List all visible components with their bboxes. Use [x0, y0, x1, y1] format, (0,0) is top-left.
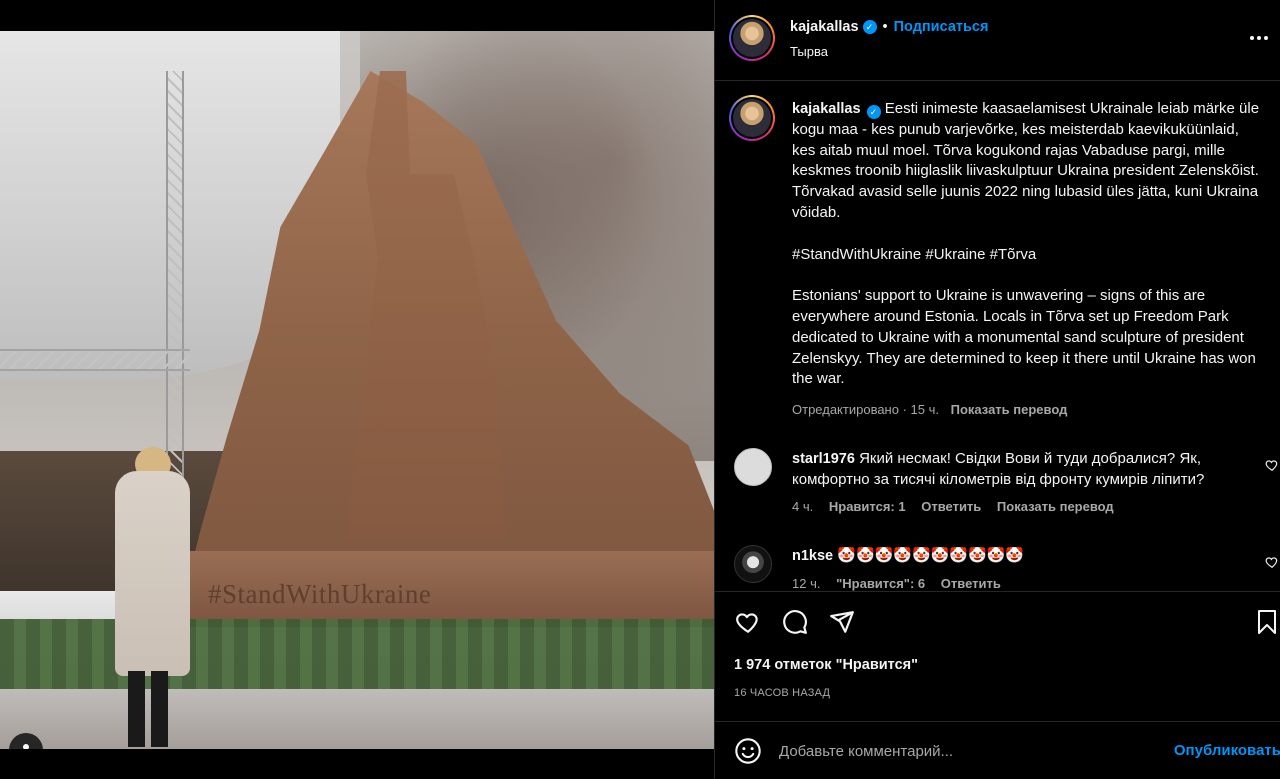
- commenter-username[interactable]: starl1976: [792, 451, 855, 467]
- header-title-line: kajakallas ✓ • Подписаться: [790, 19, 988, 35]
- post-caption: kajakallas ✓ Eesti inimeste kaasaelamises…: [792, 99, 1262, 390]
- person-legs: [128, 671, 168, 747]
- verified-badge-icon: ✓: [866, 105, 881, 120]
- user-tag-icon: [23, 744, 29, 749]
- post-panel: kajakallas ✓ • Подписаться Тырва kajakal…: [714, 0, 1280, 779]
- verified-badge-icon: ✓: [862, 20, 877, 34]
- caption-edited-time: Отредактировано · 15 ч.: [792, 402, 939, 417]
- comments-area[interactable]: kajakallas ✓ Eesti inimeste kaasaelamises…: [715, 81, 1280, 591]
- commenter-username[interactable]: n1kse: [792, 548, 833, 564]
- comment-button[interactable]: [780, 607, 810, 637]
- comment-reply-button[interactable]: Ответить: [941, 576, 1001, 591]
- author-username[interactable]: kajakallas: [790, 19, 859, 35]
- person-coat: [115, 471, 190, 676]
- comment-likes[interactable]: "Нравится": 6: [836, 576, 925, 591]
- comment-reply-button[interactable]: Ответить: [921, 499, 981, 514]
- emoji-icon: [735, 738, 761, 764]
- caption-hashtags[interactable]: #StandWithUkraine #Ukraine #Tõrva: [792, 245, 1262, 266]
- caption-meta: Отредактировано · 15 ч. Показать перевод: [792, 402, 1067, 417]
- comment-like-icon[interactable]: [1265, 555, 1279, 569]
- comment-time: 12 ч.: [792, 576, 821, 591]
- like-button[interactable]: [733, 607, 763, 637]
- comment-meta: 12 ч. "Нравится": 6 Ответить: [792, 576, 1013, 591]
- add-comment-bar: Опубликовать: [715, 721, 1280, 779]
- comment-meta: 4 ч. Нравится: 1 Ответить Показать перев…: [792, 499, 1126, 514]
- comment-likes[interactable]: Нравится: 1: [829, 499, 906, 514]
- commenter-avatar[interactable]: [734, 545, 772, 583]
- share-icon: [830, 611, 854, 633]
- pine-garland: [0, 619, 714, 689]
- commenter-avatar[interactable]: [734, 448, 772, 486]
- post-time-ago: 16 ЧАСОВ НАЗАД: [734, 687, 831, 699]
- more-options-button[interactable]: [1245, 24, 1273, 52]
- caption-paragraph-1: Eesti inimeste kaasaelamisest Ukrainale …: [792, 100, 1260, 221]
- follow-button[interactable]: Подписаться: [894, 19, 989, 35]
- bookmark-icon: [1258, 610, 1276, 634]
- comment-translate-button[interactable]: Показать перевод: [997, 499, 1114, 514]
- stage-truss-horizontal: [0, 349, 190, 371]
- caption-translate-button[interactable]: Показать перевод: [951, 402, 1068, 417]
- emoji-button[interactable]: [734, 737, 762, 765]
- more-options-icon: [1250, 36, 1268, 40]
- comment-input[interactable]: [779, 736, 1149, 766]
- caption-author-username[interactable]: kajakallas: [792, 101, 861, 117]
- comment-icon: [783, 610, 807, 634]
- author-avatar[interactable]: [729, 15, 775, 61]
- comment-text: 🤡🤡🤡🤡🤡🤡🤡🤡🤡🤡: [837, 547, 1025, 564]
- post-header: kajakallas ✓ • Подписаться Тырва: [715, 0, 1280, 81]
- share-button[interactable]: [827, 607, 857, 637]
- caption-paragraph-2: Estonians' support to Ukraine is unwaver…: [792, 287, 1256, 388]
- separator-dot: •: [882, 19, 888, 35]
- post-location[interactable]: Тырва: [790, 44, 828, 59]
- likes-count[interactable]: 1 974 отметок "Нравится": [734, 657, 918, 673]
- post-actions: 1 974 отметок "Нравится" 16 ЧАСОВ НАЗАД: [715, 591, 1280, 721]
- comment-time: 4 ч.: [792, 499, 814, 514]
- post-photo[interactable]: #StandWithUkraine: [0, 31, 714, 749]
- comment-like-icon[interactable]: [1265, 458, 1279, 472]
- save-button[interactable]: [1252, 607, 1280, 637]
- sculpture-inscription: #StandWithUkraine: [208, 579, 432, 609]
- publish-button[interactable]: Опубликовать: [1174, 742, 1280, 759]
- post-media: #StandWithUkraine: [0, 0, 714, 779]
- heart-icon: [736, 613, 758, 633]
- caption-author-avatar[interactable]: [729, 95, 775, 141]
